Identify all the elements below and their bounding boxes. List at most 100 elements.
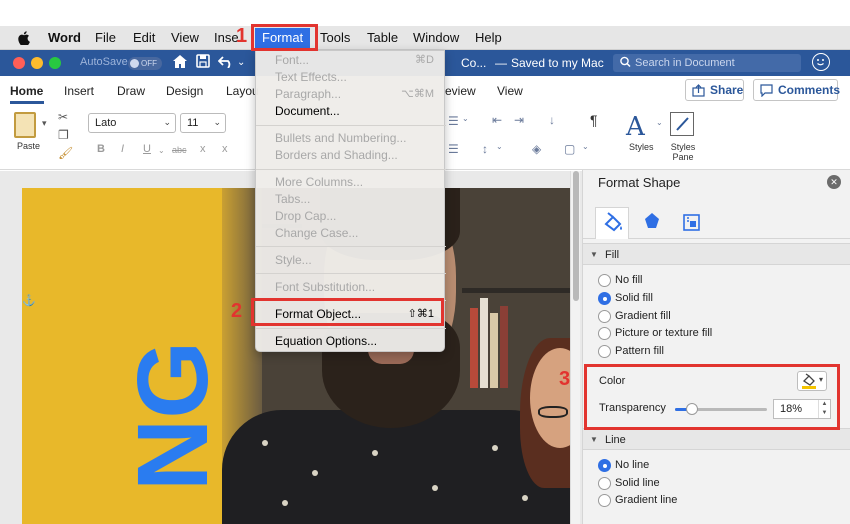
radio-solid-line[interactable] [598, 477, 611, 490]
fill-line-icon[interactable] [595, 207, 629, 239]
apple-logo-icon[interactable] [18, 31, 30, 46]
menu-insert[interactable]: Inse [214, 30, 239, 45]
underline-options-icon[interactable]: ⌄ [158, 146, 165, 155]
menu-item-equation-options[interactable]: Equation Options... [275, 333, 377, 349]
share-icon [692, 80, 705, 103]
menu-word[interactable]: Word [48, 30, 81, 45]
radio-no-fill[interactable] [598, 274, 611, 287]
format-shape-pane: Format Shape ✕ ▼ Fill No fill Solid fill… [582, 170, 850, 524]
paste-icon[interactable] [14, 112, 36, 138]
subscript-button[interactable]: x [200, 143, 206, 155]
label-pattern-fill: Pattern fill [615, 345, 664, 357]
autosave-toggle[interactable]: OFF [128, 57, 162, 70]
paste-options-chevron-icon[interactable]: ▾ [42, 118, 47, 129]
tab-draw[interactable]: Draw [117, 84, 145, 98]
styles-icon[interactable]: A [626, 112, 645, 142]
undo-icon[interactable] [217, 54, 236, 72]
menu-item-font[interactable]: Font... [275, 52, 309, 68]
tab-insert[interactable]: Insert [64, 84, 94, 98]
cut-icon[interactable]: ✂ [58, 110, 68, 124]
label-picture-texture-fill: Picture or texture fill [615, 327, 713, 339]
underline-button[interactable]: U [143, 143, 151, 155]
book [500, 306, 508, 388]
feedback-smiley-icon[interactable] [812, 53, 830, 71]
shading-icon[interactable]: ◈ [532, 142, 541, 156]
search-icon [619, 54, 633, 74]
font-size-select[interactable]: 11 ⌄ [180, 113, 226, 133]
menu-item-change-case[interactable]: Change Case... [275, 225, 358, 241]
tab-view[interactable]: View [497, 84, 523, 98]
chevron-down-icon[interactable]: ⌄ [496, 142, 503, 151]
styles-pane-icon[interactable] [670, 112, 694, 136]
close-icon[interactable]: ✕ [827, 175, 841, 189]
radio-gradient-line[interactable] [598, 494, 611, 507]
label-gradient-fill: Gradient fill [615, 310, 671, 322]
zoom-window-button[interactable] [49, 57, 61, 69]
chevron-down-icon[interactable]: ⌄ [582, 142, 589, 151]
radio-picture-texture-fill[interactable] [598, 327, 611, 340]
tab-layout[interactable]: Layou [226, 84, 259, 98]
menu-item-document[interactable]: Document... [275, 103, 340, 119]
vertical-scrollbar[interactable] [570, 171, 580, 524]
increase-indent-icon[interactable]: ⇥ [514, 113, 524, 127]
menu-window[interactable]: Window [413, 30, 459, 45]
menu-tools[interactable]: Tools [320, 30, 350, 45]
superscript-button[interactable]: x [222, 143, 228, 155]
menu-separator [256, 125, 446, 126]
menu-item-style[interactable]: Style... [275, 252, 312, 268]
layout-properties-icon[interactable] [675, 207, 709, 239]
justify-icon[interactable]: ☰ [448, 142, 459, 156]
home-icon[interactable] [172, 54, 188, 73]
chevron-down-icon[interactable]: ⌄ [462, 114, 469, 123]
save-icon[interactable] [196, 54, 210, 72]
font-name-select[interactable]: Lato ⌄ [88, 113, 176, 133]
italic-button[interactable]: I [121, 143, 124, 155]
menu-table[interactable]: Table [367, 30, 398, 45]
search-input[interactable]: Search in Document [613, 54, 801, 72]
menu-item-tabs[interactable]: Tabs... [275, 191, 310, 207]
copy-icon[interactable]: ❐ [58, 128, 69, 142]
format-painter-icon[interactable]: 🖌 [58, 146, 73, 160]
strikethrough-button[interactable]: abc [172, 145, 187, 155]
bold-button[interactable]: B [97, 143, 105, 155]
show-formatting-button[interactable]: ¶ [590, 112, 598, 128]
sort-icon[interactable]: ↓ [549, 113, 555, 127]
chevron-down-icon[interactable]: ⌄ [237, 57, 245, 68]
minimize-window-button[interactable] [31, 57, 43, 69]
menu-item-font-substitution[interactable]: Font Substitution... [275, 279, 375, 295]
line-spacing-icon[interactable]: ↕ [482, 142, 488, 156]
fill-section-header[interactable]: ▼ Fill [583, 243, 850, 265]
tab-review[interactable]: eview [445, 84, 476, 98]
close-window-button[interactable] [13, 57, 25, 69]
effects-icon[interactable] [635, 207, 669, 239]
radio-gradient-fill[interactable] [598, 310, 611, 323]
comments-button[interactable]: Comments [753, 79, 840, 101]
collapse-triangle-icon: ▼ [590, 250, 598, 259]
menu-item-borders-shading[interactable]: Borders and Shading... [275, 147, 398, 163]
tab-design[interactable]: Design [166, 84, 203, 98]
document-big-text[interactable]: NG [117, 341, 275, 491]
anchor-icon[interactable]: ⚓ [22, 294, 36, 307]
menu-item-drop-cap[interactable]: Drop Cap... [275, 208, 336, 224]
tab-home[interactable]: Home [10, 84, 43, 98]
chevron-down-icon[interactable]: ⌄ [656, 118, 663, 127]
decrease-indent-icon[interactable]: ⇤ [492, 113, 502, 127]
shortcut-paragraph: ⌥⌘M [401, 88, 434, 100]
scroll-thumb[interactable] [573, 171, 579, 301]
radio-no-line[interactable] [598, 459, 611, 472]
menu-view[interactable]: View [171, 30, 199, 45]
pane-tabs [583, 203, 850, 239]
menu-help[interactable]: Help [475, 30, 502, 45]
menu-edit[interactable]: Edit [133, 30, 155, 45]
menu-item-bullets-numbering[interactable]: Bullets and Numbering... [275, 130, 406, 146]
menu-file[interactable]: File [95, 30, 116, 45]
menu-item-more-columns[interactable]: More Columns... [275, 174, 363, 190]
share-button[interactable]: Share [685, 79, 744, 101]
menu-item-paragraph[interactable]: Paragraph... [275, 86, 341, 102]
radio-pattern-fill[interactable] [598, 345, 611, 358]
line-section-header[interactable]: ▼ Line [583, 428, 850, 450]
borders-icon[interactable]: ▢ [564, 142, 575, 156]
menu-item-text-effects[interactable]: Text Effects... [275, 69, 347, 85]
multilevel-list-icon[interactable]: ☰ [448, 114, 459, 128]
radio-solid-fill[interactable] [598, 292, 611, 305]
